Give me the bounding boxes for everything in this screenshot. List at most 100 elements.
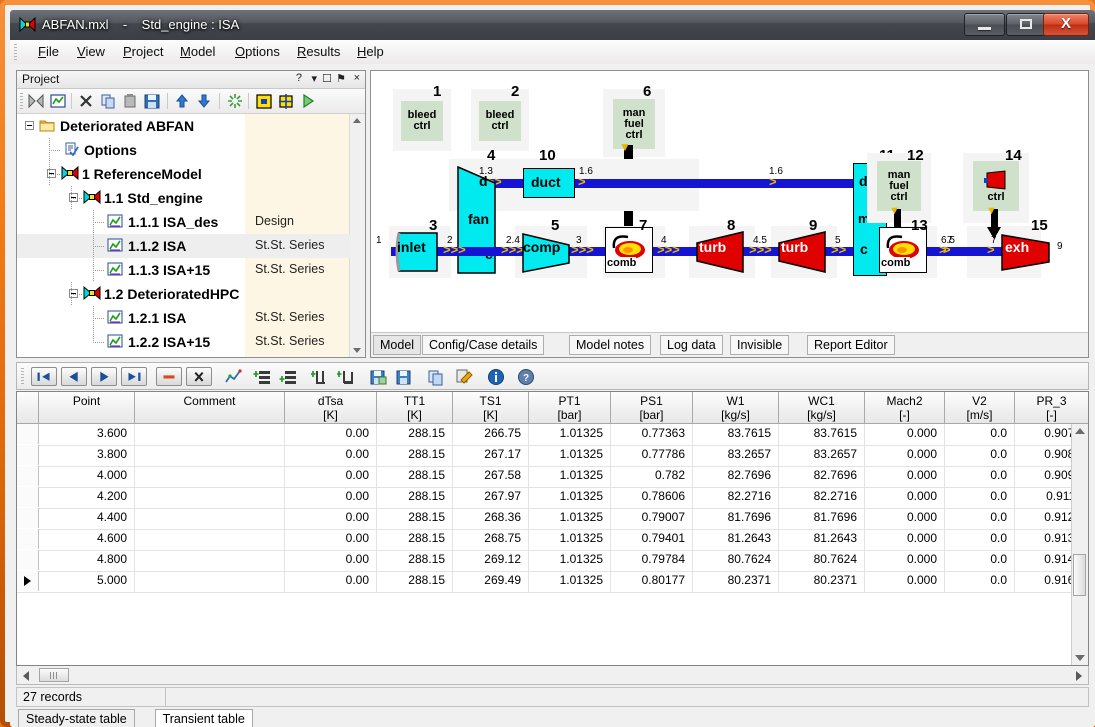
grid-cell[interactable]: 0.0 xyxy=(945,489,1013,506)
grid-cell[interactable]: 0.0 xyxy=(945,426,1013,443)
grid-cell[interactable]: 288.15 xyxy=(377,510,451,527)
grid-cell[interactable]: 0.0 xyxy=(945,447,1013,464)
grid-cell[interactable]: 4.200 xyxy=(39,489,133,506)
save-as-icon[interactable] xyxy=(369,368,387,386)
grid-column-header[interactable]: TS1 [K] xyxy=(453,392,529,424)
grid-cell[interactable]: 82.7696 xyxy=(779,468,863,485)
maximize-button[interactable] xyxy=(1006,13,1047,36)
menu-help[interactable]: Help xyxy=(351,43,390,61)
grid-cell[interactable]: 1.01325 xyxy=(529,531,609,548)
grid-cell[interactable] xyxy=(135,573,283,590)
move-down-arrow-icon[interactable] xyxy=(195,92,213,110)
tree-scrollbar[interactable] xyxy=(349,114,365,357)
bottom-tab[interactable]: Transient table xyxy=(154,709,253,727)
grid-cell[interactable]: 0.00 xyxy=(285,489,375,506)
grid-cell[interactable]: 0.79401 xyxy=(611,531,691,548)
grid-cell[interactable] xyxy=(135,447,283,464)
grid-cell[interactable]: 0.00 xyxy=(285,447,375,464)
grid-cell[interactable]: 267.58 xyxy=(453,468,527,485)
split-column-icon[interactable] xyxy=(310,368,329,386)
grid-cell[interactable]: 0.000 xyxy=(865,468,943,485)
grid-cell[interactable]: 0.77363 xyxy=(611,426,691,443)
table-row[interactable]: 4.600 0.00 288.15 268.75 1.01325 0.79401 81.26… xyxy=(17,529,1088,551)
grid-cell[interactable]: 288.15 xyxy=(377,531,451,548)
grid-cell[interactable]: 0.000 xyxy=(865,552,943,569)
nozzle-ctrl-14[interactable]: ctrl xyxy=(973,161,1019,211)
cancel-x-button[interactable] xyxy=(186,367,212,386)
grid-cell[interactable]: 1.01325 xyxy=(529,552,609,569)
last-record-button[interactable] xyxy=(121,367,147,386)
tree-item[interactable]: 1.1.3 ISA+15 St.St. Series xyxy=(17,258,351,282)
grid-cell[interactable]: 1.01325 xyxy=(529,426,609,443)
grid-cell[interactable]: 81.7696 xyxy=(693,510,777,527)
tree-item[interactable]: 1.1 Std_engine xyxy=(17,186,351,210)
man-fuel-ctrl-12[interactable]: man fuel ctrl xyxy=(877,161,921,211)
grid-cell[interactable]: 0.80177 xyxy=(611,573,691,590)
grid-cell[interactable]: 0.00 xyxy=(285,573,375,590)
bowtie-model-icon[interactable] xyxy=(27,92,45,110)
grid-cell[interactable]: 80.2371 xyxy=(693,573,777,590)
tree-item[interactable]: Options xyxy=(17,138,351,162)
bleed-ctrl-2[interactable]: bleed ctrl xyxy=(479,101,521,141)
tree-expander[interactable] xyxy=(25,121,34,130)
grid-column-header[interactable]: Mach2 [-] xyxy=(865,392,945,424)
refresh-burst-icon[interactable] xyxy=(226,92,244,110)
table-row[interactable]: 4.000 0.00 288.15 267.58 1.01325 0.782 82.7696… xyxy=(17,466,1088,488)
table-row[interactable]: 4.400 0.00 288.15 268.36 1.01325 0.79007 81.76… xyxy=(17,508,1088,530)
restore-icon[interactable]: ☐ xyxy=(322,72,332,85)
grid-cell[interactable]: 83.2657 xyxy=(779,447,863,464)
grid-cell[interactable]: 1.01325 xyxy=(529,468,609,485)
bottom-tab[interactable]: Steady-state table xyxy=(18,709,135,727)
grid-cell[interactable]: 0.000 xyxy=(865,447,943,464)
grid-column-header[interactable]: V2 [m/s] xyxy=(945,392,1015,424)
tree-item[interactable]: Deteriorated ABFAN xyxy=(17,114,351,138)
grid-cell[interactable]: 0.0 xyxy=(945,510,1013,527)
tree-item[interactable]: 1.1.2 ISA St.St. Series xyxy=(17,234,351,258)
grid-cell[interactable]: 288.15 xyxy=(377,447,451,464)
grid-cell[interactable] xyxy=(135,552,283,569)
grid-column-header[interactable]: PT1 [bar] xyxy=(529,392,611,424)
hscroll-thumb[interactable] xyxy=(39,668,69,682)
grid-cell[interactable]: 0.782 xyxy=(611,468,691,485)
run-play-icon[interactable] xyxy=(299,92,317,110)
square-stop-icon[interactable] xyxy=(255,92,273,110)
grid-cell[interactable]: 0.77786 xyxy=(611,447,691,464)
chevron-down-icon[interactable]: ▾ xyxy=(311,72,317,85)
grid-cell[interactable]: 267.97 xyxy=(453,489,527,506)
info-icon[interactable] xyxy=(487,368,505,386)
grid-cell[interactable]: 0.79007 xyxy=(611,510,691,527)
grid-cell[interactable]: 4.400 xyxy=(39,510,133,527)
grid-column-header[interactable]: Comment xyxy=(135,392,285,424)
copy-icon[interactable] xyxy=(99,92,117,110)
grid-cell[interactable]: 269.12 xyxy=(453,552,527,569)
grid-cell[interactable]: 0.000 xyxy=(865,531,943,548)
bleed-ctrl-1[interactable]: bleed ctrl xyxy=(401,101,443,141)
grid-cell[interactable] xyxy=(135,510,283,527)
grid-cell[interactable]: 80.7624 xyxy=(693,552,777,569)
grid-horizontal-scrollbar[interactable] xyxy=(16,666,1089,685)
menu-view[interactable]: View xyxy=(71,43,111,61)
table-row[interactable]: 3.600 0.00 288.15 266.75 1.01325 0.77363 83.76… xyxy=(17,424,1088,446)
grid-cell[interactable]: 1.01325 xyxy=(529,510,609,527)
project-tree[interactable]: Deteriorated ABFAN Options 1 ReferenceMode… xyxy=(17,114,365,357)
grid-cell[interactable]: 83.7615 xyxy=(693,426,777,443)
grid-cell[interactable]: 5.000 xyxy=(39,573,133,590)
grid-cell[interactable]: 0.0 xyxy=(945,468,1013,485)
grid-cell[interactable]: 82.2716 xyxy=(693,489,777,506)
diagram-tab[interactable]: Invisible xyxy=(730,335,790,355)
diagram-tab[interactable]: Report Editor xyxy=(807,335,895,355)
grid-cell[interactable]: 0.00 xyxy=(285,531,375,548)
menu-model[interactable]: Model xyxy=(174,43,221,61)
export-edit-icon[interactable] xyxy=(455,368,473,386)
grid-cell[interactable]: 81.2643 xyxy=(779,531,863,548)
prev-record-button[interactable] xyxy=(61,367,87,386)
grid-cell[interactable]: 288.15 xyxy=(377,489,451,506)
insert-rows-icon[interactable] xyxy=(253,368,271,386)
grid-cell[interactable]: 0.0 xyxy=(945,552,1013,569)
tree-item[interactable]: 1 ReferenceModel xyxy=(17,162,351,186)
grid-cell[interactable]: 1.01325 xyxy=(529,447,609,464)
menu-options[interactable]: Options xyxy=(229,43,286,61)
grid-cell[interactable] xyxy=(135,468,283,485)
table-row[interactable]: 3.800 0.00 288.15 267.17 1.01325 0.77786 83.26… xyxy=(17,445,1088,467)
delete-record-button[interactable] xyxy=(156,367,182,386)
